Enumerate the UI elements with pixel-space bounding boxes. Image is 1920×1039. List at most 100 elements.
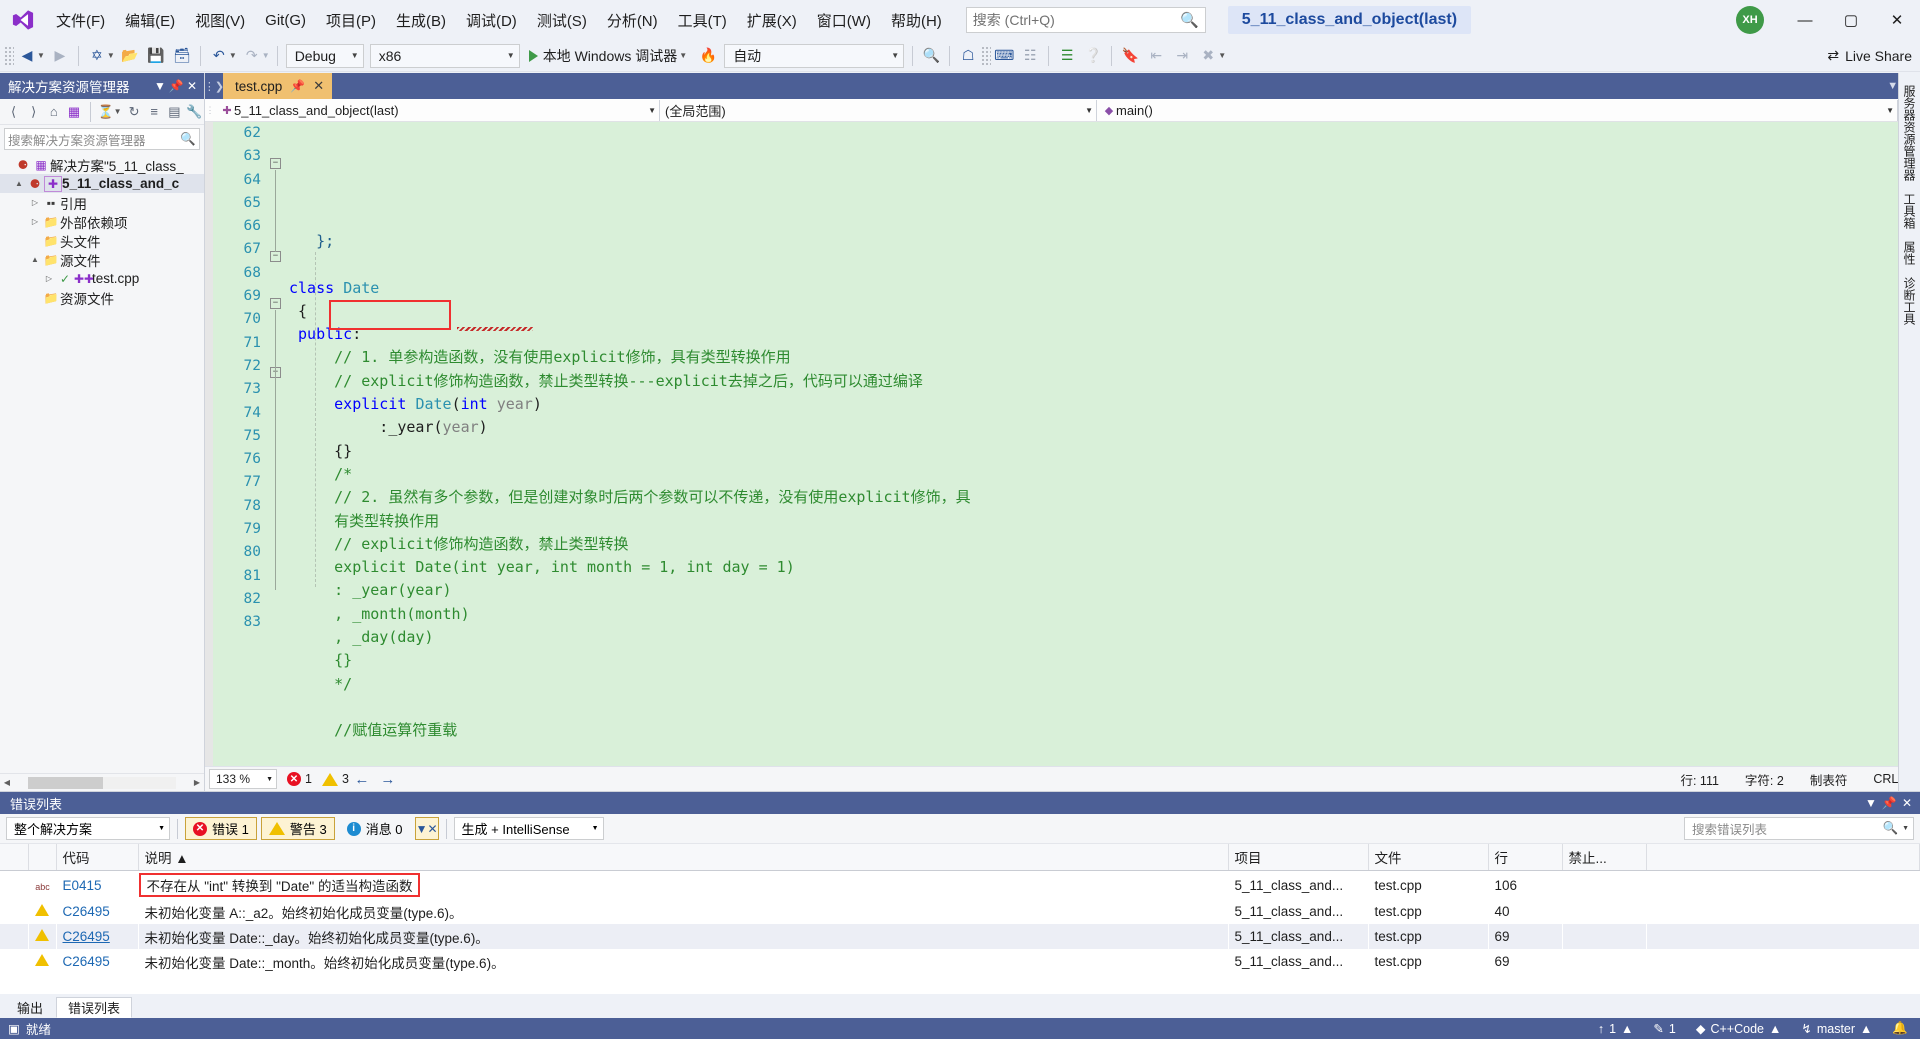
navigate-forward-icon[interactable]: ▶ [47,43,73,69]
chevron-down-icon[interactable]: ▼ [1862,796,1880,810]
pending-changes-indicator[interactable]: ↑ 1 ▲ [1598,1022,1634,1036]
fold-toggle-class[interactable]: − [270,158,281,169]
tab-output[interactable]: 输出 [6,997,55,1018]
code-line[interactable]: {} [289,649,1920,672]
minimize-button[interactable]: — [1782,0,1828,40]
menu-item-project[interactable]: 项目(P) [316,4,386,37]
editor-error-count[interactable]: ✕ 1 [287,772,312,786]
save-icon[interactable]: 💾 [143,43,169,69]
warnings-filter-toggle[interactable]: 警告 3 [260,817,335,840]
tab-error-list[interactable]: 错误列表 [56,997,133,1018]
maximize-button[interactable]: ▢ [1828,0,1874,40]
toolbar-overflow-icon[interactable]: ▼ [1218,51,1226,60]
table-row[interactable]: C26495 未初始化变量 Date::_month。始终初始化成员变量(type… [0,949,1920,974]
col-severity[interactable] [28,844,57,871]
table-row[interactable]: C26495 未初始化变量 A::_a2。始终初始化成员变量(type.6)。 5_… [0,899,1920,924]
menu-item-debug[interactable]: 调试(D) [456,4,527,37]
configuration-combo[interactable]: Debug ▼ [285,43,364,68]
chevron-down-icon[interactable]: ▼ [152,79,168,93]
menu-item-tools[interactable]: 工具(T) [668,4,737,37]
back-icon[interactable]: ⟨ [4,101,23,123]
close-icon[interactable]: ✕ [1898,796,1916,810]
code-line[interactable]: : _year(year) [289,579,1920,602]
code-line[interactable]: // 2. 虽然有多个参数，但是创建对象时后两个参数可以不传递，没有使用expl… [289,486,1920,509]
col-code[interactable]: 代码 [56,844,139,871]
close-button[interactable]: ✕ [1874,0,1920,40]
indent-icon[interactable]: ☰ [1054,43,1080,69]
error-scope-combo[interactable]: 整个解决方案 ▼ [6,817,170,840]
home-window-icon[interactable]: ☖ [955,43,981,69]
solution-view-icon[interactable]: ▦ [64,101,83,123]
code-line[interactable]: explicit Date(int year) [289,393,1920,416]
code-line[interactable]: /* [289,463,1920,486]
col-project[interactable]: 项目 [1228,844,1369,871]
code-line[interactable]: class Date [289,277,1920,300]
solution-explorer-search-input[interactable]: 搜索解决方案资源管理器 🔍 [4,128,200,150]
code-line[interactable]: public: [289,323,1920,346]
undo-dropdown-icon[interactable]: ▼ [229,51,237,60]
show-all-files-icon[interactable]: ▤ [165,101,184,123]
fold-toggle-ctor-comment[interactable]: − [270,251,281,262]
quick-actions-icon[interactable]: ❔ [1080,43,1106,69]
menu-item-edit[interactable]: 编辑(E) [115,4,185,37]
build-filter-combo[interactable]: 生成 + IntelliSense ▼ [453,817,604,840]
live-share-button[interactable]: ⇄ Live Share [1827,47,1912,64]
collapse-all-icon[interactable]: ≡ [145,101,164,123]
menu-item-git[interactable]: Git(G) [255,6,316,35]
zoom-level-combo[interactable]: 133 % ▼ [209,769,277,789]
open-file-icon[interactable]: 📂 [117,43,143,69]
notifications-bell-icon[interactable]: 🔔 [1892,1021,1908,1036]
dock-tab-toolbox[interactable]: 工具箱 [1899,187,1920,235]
pin-icon[interactable]: 📌 [168,79,184,93]
navbar-project-combo[interactable]: ✚ 5_11_class_and_object(last) ▼ [215,99,660,121]
hot-reload-icon[interactable]: 🔥 [695,43,721,69]
expander-icon[interactable]: ▷ [28,217,42,226]
navbar-grip[interactable]: ⋮ [205,105,215,116]
close-icon[interactable]: ✕ [184,79,200,93]
table-row[interactable]: abc E0415 不存在从 "int" 转换到 "Date" 的适当构造函数 5_1… [0,871,1920,900]
bookmark-icon[interactable]: 🔖 [1117,43,1143,69]
error-list-table-container[interactable]: 代码 说明 ▲ 项目 文件 行 禁止... abc E0415 不存在从 "int"… [0,844,1920,994]
tree-node-source-files[interactable]: ▲ 📁 源文件 [0,250,204,269]
code-line[interactable]: // explicit修饰构造函数，禁止类型转换 [289,533,1920,556]
messages-filter-toggle[interactable]: i 消息 0 [339,817,411,840]
error-code[interactable]: E0415 [56,871,138,900]
navbar-scope-combo[interactable]: (全局范围) ▼ [660,99,1097,121]
scroll-right-icon[interactable]: ▶ [190,778,204,787]
fold-toggle-ctor[interactable]: − [270,298,281,309]
toolbar-grip-2[interactable] [981,45,992,66]
search-symbol-icon[interactable]: 🔍 [918,43,944,69]
code-line[interactable]: //赋值运算符重载 [289,719,1920,742]
table-row[interactable]: C26495 未初始化变量 Date::_day。始终初始化成员变量(type.6… [0,924,1920,949]
select-element-icon[interactable]: ⌨ [991,43,1017,69]
tree-node-test-cpp[interactable]: ▷ ✓ ✚✚ test.cpp [0,269,204,288]
pin-icon[interactable]: 📌 [1880,796,1898,810]
scroll-thumb[interactable] [28,776,103,789]
code-line[interactable]: :_year(year) [289,416,1920,439]
code-line[interactable]: { [289,300,1920,323]
code-line[interactable] [289,253,1920,276]
col-description[interactable]: 说明 ▲ [138,844,1229,871]
menu-item-analyze[interactable]: 分析(N) [597,4,668,37]
code-line[interactable]: explicit Date(int year, int month = 1, i… [289,556,1920,579]
code-line[interactable]: , _day(day) [289,626,1920,649]
chevron-down-icon[interactable]: ▼ [1887,80,1898,92]
source-control-repo[interactable]: ◆ C++Code ▲ [1696,1021,1782,1037]
scroll-left-icon[interactable]: ◀ [0,778,14,787]
tree-node-resource-files[interactable]: 📁 资源文件 [0,288,204,307]
code-line[interactable]: // explicit修饰构造函数，禁止类型转换---explicit去掉之后，… [289,370,1920,393]
refresh-icon[interactable]: ↻ [125,101,144,123]
col-suppress[interactable]: 禁止... [1562,844,1647,871]
navigate-backward-dropdown-icon[interactable]: ▼ [37,51,45,60]
close-icon[interactable]: ✕ [313,78,324,94]
chevron-down-icon[interactable]: ▼ [114,107,122,116]
tree-node-solution[interactable]: ⚈ ▦ 解决方案"5_11_class_ [0,155,204,174]
expander-icon[interactable]: ▲ [12,179,26,188]
menu-item-file[interactable]: 文件(F) [46,4,115,37]
expander-icon[interactable]: ▲ [28,255,42,264]
solution-explorer-hscrollbar[interactable]: ◀ ▶ [0,773,204,791]
redo-dropdown-icon[interactable]: ▼ [262,51,270,60]
menu-item-help[interactable]: 帮助(H) [881,4,952,37]
menu-item-test[interactable]: 测试(S) [527,4,597,37]
editor-warning-count[interactable]: 3 [321,772,349,786]
